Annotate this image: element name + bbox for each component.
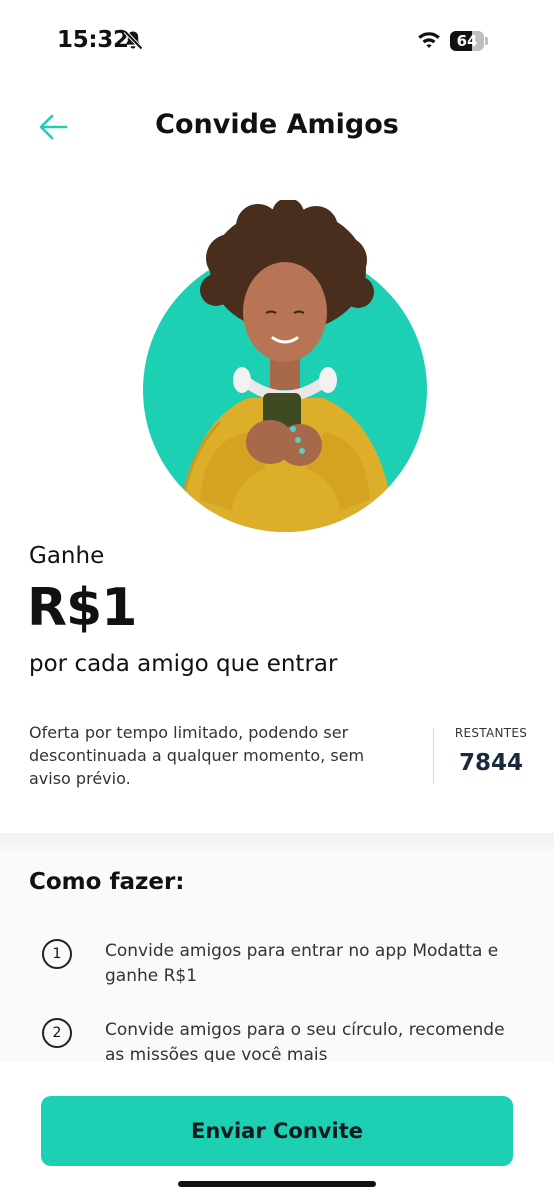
bell-slash-icon xyxy=(123,30,143,50)
reward-subtitle: por cada amigo que entrar xyxy=(29,651,338,677)
home-indicator xyxy=(178,1181,376,1187)
how-to-section: Como fazer: 1 Convide amigos para entrar… xyxy=(0,833,554,1065)
send-invite-button[interactable]: Enviar Convite xyxy=(41,1096,513,1166)
step-number: 2 xyxy=(42,1018,72,1048)
bottom-action-bar: Enviar Convite xyxy=(0,1062,554,1200)
reward-lead: Ganhe xyxy=(29,543,105,569)
page-title: Convide Amigos xyxy=(155,109,399,140)
wifi-icon xyxy=(418,32,440,48)
reward-amount: R$1 xyxy=(27,578,137,638)
step-text: Convide amigos para entrar no app Modatt… xyxy=(105,941,499,986)
battery-icon: 64 xyxy=(450,31,488,51)
hero-illustration xyxy=(143,200,427,532)
status-bar: 15:32 64 xyxy=(0,0,554,80)
counter-divider xyxy=(433,728,434,784)
remaining-count: 7844 xyxy=(458,750,523,776)
status-time: 15:32 xyxy=(57,27,129,53)
battery-body: 64 xyxy=(450,31,484,51)
battery-tip xyxy=(485,37,488,45)
step-text: Convide amigos para o seu círculo, recom… xyxy=(105,1020,505,1065)
battery-level: 64 xyxy=(456,32,478,50)
offer-note: Oferta por tempo limitado, podendo ser d… xyxy=(29,723,365,788)
remaining-label: RESTANTES xyxy=(454,726,528,740)
how-to-title: Como fazer: xyxy=(29,869,185,895)
nav-bar: Convide Amigos xyxy=(0,95,554,159)
step-number: 1 xyxy=(42,939,72,969)
